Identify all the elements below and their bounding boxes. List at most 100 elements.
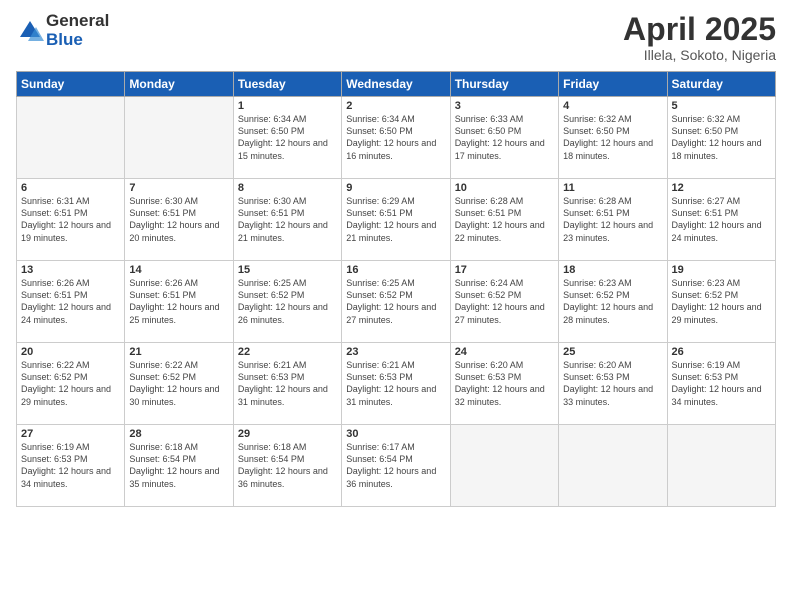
day-detail: Sunrise: 6:20 AMSunset: 6:53 PMDaylight:… <box>455 359 554 408</box>
column-header-thursday: Thursday <box>450 72 558 97</box>
logo-text: General Blue <box>46 12 109 49</box>
day-number: 7 <box>129 182 228 194</box>
logo-blue-text: Blue <box>46 31 109 50</box>
day-detail: Sunrise: 6:18 AMSunset: 6:54 PMDaylight:… <box>129 441 228 490</box>
day-number: 8 <box>238 182 337 194</box>
calendar-cell: 17Sunrise: 6:24 AMSunset: 6:52 PMDayligh… <box>450 261 558 343</box>
calendar-cell: 21Sunrise: 6:22 AMSunset: 6:52 PMDayligh… <box>125 343 233 425</box>
day-number: 15 <box>238 264 337 276</box>
day-number: 19 <box>672 264 771 276</box>
day-number: 30 <box>346 428 445 440</box>
calendar-table: SundayMondayTuesdayWednesdayThursdayFrid… <box>16 71 776 507</box>
logo-general-text: General <box>46 12 109 31</box>
header: General Blue April 2025 Illela, Sokoto, … <box>16 12 776 63</box>
title-block: April 2025 Illela, Sokoto, Nigeria <box>623 12 776 63</box>
calendar-week-row: 20Sunrise: 6:22 AMSunset: 6:52 PMDayligh… <box>17 343 776 425</box>
calendar-cell: 22Sunrise: 6:21 AMSunset: 6:53 PMDayligh… <box>233 343 341 425</box>
calendar-week-row: 6Sunrise: 6:31 AMSunset: 6:51 PMDaylight… <box>17 179 776 261</box>
calendar-cell: 10Sunrise: 6:28 AMSunset: 6:51 PMDayligh… <box>450 179 558 261</box>
day-detail: Sunrise: 6:28 AMSunset: 6:51 PMDaylight:… <box>455 195 554 244</box>
page: General Blue April 2025 Illela, Sokoto, … <box>0 0 792 612</box>
day-detail: Sunrise: 6:32 AMSunset: 6:50 PMDaylight:… <box>672 113 771 162</box>
day-detail: Sunrise: 6:26 AMSunset: 6:51 PMDaylight:… <box>21 277 120 326</box>
day-detail: Sunrise: 6:28 AMSunset: 6:51 PMDaylight:… <box>563 195 662 244</box>
day-detail: Sunrise: 6:26 AMSunset: 6:51 PMDaylight:… <box>129 277 228 326</box>
day-detail: Sunrise: 6:32 AMSunset: 6:50 PMDaylight:… <box>563 113 662 162</box>
calendar-cell: 23Sunrise: 6:21 AMSunset: 6:53 PMDayligh… <box>342 343 450 425</box>
calendar-cell <box>450 425 558 507</box>
calendar-cell: 30Sunrise: 6:17 AMSunset: 6:54 PMDayligh… <box>342 425 450 507</box>
day-number: 25 <box>563 346 662 358</box>
day-detail: Sunrise: 6:22 AMSunset: 6:52 PMDaylight:… <box>21 359 120 408</box>
calendar-week-row: 1Sunrise: 6:34 AMSunset: 6:50 PMDaylight… <box>17 97 776 179</box>
day-number: 13 <box>21 264 120 276</box>
day-number: 22 <box>238 346 337 358</box>
calendar-cell: 5Sunrise: 6:32 AMSunset: 6:50 PMDaylight… <box>667 97 775 179</box>
calendar-cell: 8Sunrise: 6:30 AMSunset: 6:51 PMDaylight… <box>233 179 341 261</box>
day-detail: Sunrise: 6:23 AMSunset: 6:52 PMDaylight:… <box>672 277 771 326</box>
day-detail: Sunrise: 6:21 AMSunset: 6:53 PMDaylight:… <box>238 359 337 408</box>
calendar-cell: 15Sunrise: 6:25 AMSunset: 6:52 PMDayligh… <box>233 261 341 343</box>
column-header-monday: Monday <box>125 72 233 97</box>
day-detail: Sunrise: 6:31 AMSunset: 6:51 PMDaylight:… <box>21 195 120 244</box>
day-detail: Sunrise: 6:34 AMSunset: 6:50 PMDaylight:… <box>238 113 337 162</box>
calendar-cell <box>17 97 125 179</box>
day-detail: Sunrise: 6:19 AMSunset: 6:53 PMDaylight:… <box>672 359 771 408</box>
calendar-cell: 28Sunrise: 6:18 AMSunset: 6:54 PMDayligh… <box>125 425 233 507</box>
day-detail: Sunrise: 6:19 AMSunset: 6:53 PMDaylight:… <box>21 441 120 490</box>
day-number: 18 <box>563 264 662 276</box>
day-number: 28 <box>129 428 228 440</box>
day-number: 11 <box>563 182 662 194</box>
calendar-cell: 3Sunrise: 6:33 AMSunset: 6:50 PMDaylight… <box>450 97 558 179</box>
calendar-week-row: 27Sunrise: 6:19 AMSunset: 6:53 PMDayligh… <box>17 425 776 507</box>
day-detail: Sunrise: 6:24 AMSunset: 6:52 PMDaylight:… <box>455 277 554 326</box>
day-number: 1 <box>238 100 337 112</box>
day-number: 4 <box>563 100 662 112</box>
day-number: 9 <box>346 182 445 194</box>
calendar-cell: 25Sunrise: 6:20 AMSunset: 6:53 PMDayligh… <box>559 343 667 425</box>
day-number: 27 <box>21 428 120 440</box>
column-header-wednesday: Wednesday <box>342 72 450 97</box>
column-header-sunday: Sunday <box>17 72 125 97</box>
calendar-cell: 13Sunrise: 6:26 AMSunset: 6:51 PMDayligh… <box>17 261 125 343</box>
day-number: 24 <box>455 346 554 358</box>
column-header-saturday: Saturday <box>667 72 775 97</box>
calendar-header-row: SundayMondayTuesdayWednesdayThursdayFrid… <box>17 72 776 97</box>
day-number: 12 <box>672 182 771 194</box>
day-detail: Sunrise: 6:20 AMSunset: 6:53 PMDaylight:… <box>563 359 662 408</box>
calendar-cell: 26Sunrise: 6:19 AMSunset: 6:53 PMDayligh… <box>667 343 775 425</box>
day-number: 5 <box>672 100 771 112</box>
calendar-cell: 19Sunrise: 6:23 AMSunset: 6:52 PMDayligh… <box>667 261 775 343</box>
day-number: 23 <box>346 346 445 358</box>
day-detail: Sunrise: 6:21 AMSunset: 6:53 PMDaylight:… <box>346 359 445 408</box>
day-number: 29 <box>238 428 337 440</box>
calendar-cell: 2Sunrise: 6:34 AMSunset: 6:50 PMDaylight… <box>342 97 450 179</box>
calendar-cell: 16Sunrise: 6:25 AMSunset: 6:52 PMDayligh… <box>342 261 450 343</box>
calendar-cell: 9Sunrise: 6:29 AMSunset: 6:51 PMDaylight… <box>342 179 450 261</box>
calendar-cell <box>125 97 233 179</box>
day-number: 3 <box>455 100 554 112</box>
calendar-cell: 14Sunrise: 6:26 AMSunset: 6:51 PMDayligh… <box>125 261 233 343</box>
day-detail: Sunrise: 6:25 AMSunset: 6:52 PMDaylight:… <box>238 277 337 326</box>
column-header-tuesday: Tuesday <box>233 72 341 97</box>
month-title: April 2025 <box>623 12 776 47</box>
logo: General Blue <box>16 12 109 49</box>
calendar-cell <box>559 425 667 507</box>
location-subtitle: Illela, Sokoto, Nigeria <box>623 47 776 63</box>
day-detail: Sunrise: 6:30 AMSunset: 6:51 PMDaylight:… <box>238 195 337 244</box>
calendar-cell: 4Sunrise: 6:32 AMSunset: 6:50 PMDaylight… <box>559 97 667 179</box>
day-detail: Sunrise: 6:30 AMSunset: 6:51 PMDaylight:… <box>129 195 228 244</box>
calendar-cell: 18Sunrise: 6:23 AMSunset: 6:52 PMDayligh… <box>559 261 667 343</box>
day-number: 10 <box>455 182 554 194</box>
calendar-cell: 1Sunrise: 6:34 AMSunset: 6:50 PMDaylight… <box>233 97 341 179</box>
day-number: 6 <box>21 182 120 194</box>
calendar-cell: 24Sunrise: 6:20 AMSunset: 6:53 PMDayligh… <box>450 343 558 425</box>
calendar-cell: 11Sunrise: 6:28 AMSunset: 6:51 PMDayligh… <box>559 179 667 261</box>
calendar-cell: 6Sunrise: 6:31 AMSunset: 6:51 PMDaylight… <box>17 179 125 261</box>
day-detail: Sunrise: 6:18 AMSunset: 6:54 PMDaylight:… <box>238 441 337 490</box>
day-number: 17 <box>455 264 554 276</box>
logo-icon <box>16 17 44 45</box>
calendar-cell: 20Sunrise: 6:22 AMSunset: 6:52 PMDayligh… <box>17 343 125 425</box>
day-number: 26 <box>672 346 771 358</box>
calendar-cell: 27Sunrise: 6:19 AMSunset: 6:53 PMDayligh… <box>17 425 125 507</box>
